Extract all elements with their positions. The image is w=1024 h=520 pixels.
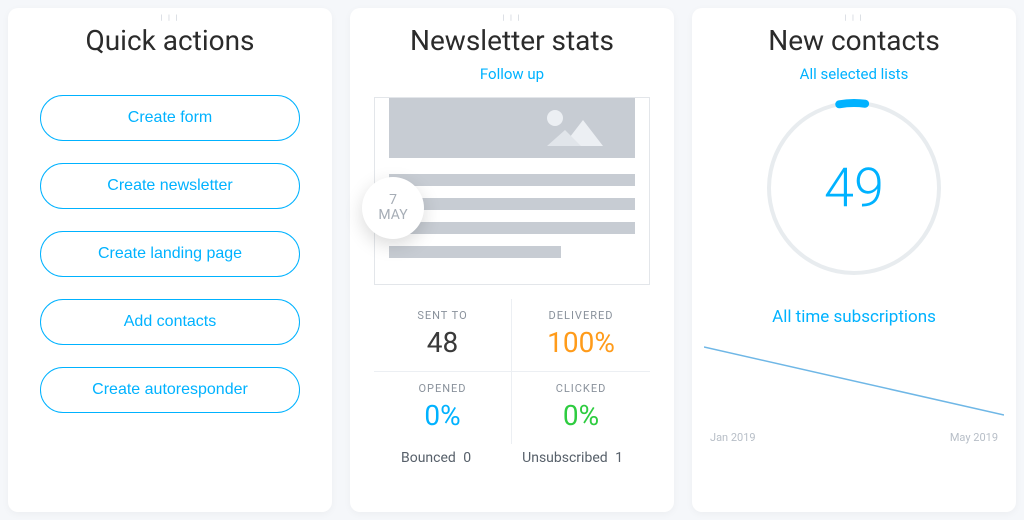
newsletter-mini-stats: Bounced 0 Unsubscribed 1 [350,444,674,478]
newsletter-stats-grid: SENT TO 48 DELIVERED 100% OPENED 0% CLIC… [350,295,674,444]
list-selector-link[interactable]: All selected lists [800,65,909,83]
create-autoresponder-button[interactable]: Create autoresponder [40,367,300,413]
new-contacts-card: | | | New contacts All selected lists 49… [692,8,1016,512]
quick-actions-list: Create form Create newsletter Create lan… [8,95,332,413]
contacts-count: 49 [759,93,949,283]
stat-opened: OPENED 0% [374,371,512,444]
drag-grip-icon[interactable]: | | | [503,14,522,22]
newsletter-subtitle-link[interactable]: Follow up [480,65,544,83]
drag-grip-icon[interactable]: | | | [161,14,180,22]
stat-clicked: CLICKED 0% [512,371,650,444]
stat-unsubscribed: Unsubscribed 1 [522,450,623,466]
subscriptions-sparkline: Jan 2019 May 2019 [692,337,1016,450]
quick-actions-card: | | | Quick actions Create form Create n… [8,8,332,512]
axis-end-label: May 2019 [950,431,998,444]
all-time-subscriptions-link[interactable]: All time subscriptions [772,307,936,327]
stat-delivered: DELIVERED 100% [512,299,650,371]
quick-actions-title: Quick actions [85,24,254,57]
add-contacts-button[interactable]: Add contacts [40,299,300,345]
image-placeholder-icon [389,98,635,158]
stat-sent-to: SENT TO 48 [374,299,512,371]
stat-bounced: Bounced 0 [401,450,471,466]
create-newsletter-button[interactable]: Create newsletter [40,163,300,209]
create-landing-page-button[interactable]: Create landing page [40,231,300,277]
newsletter-date-badge: 7 MAY [362,177,424,239]
create-form-button[interactable]: Create form [40,95,300,141]
newsletter-stats-title: Newsletter stats [410,24,614,57]
drag-grip-icon[interactable]: | | | [845,14,864,22]
newsletter-stats-card: | | | Newsletter stats Follow up 7 MAY S… [350,8,674,512]
new-contacts-title: New contacts [768,24,940,57]
newsletter-preview: 7 MAY [350,97,674,295]
axis-start-label: Jan 2019 [710,431,756,444]
contacts-donut-chart: 49 [759,93,949,283]
